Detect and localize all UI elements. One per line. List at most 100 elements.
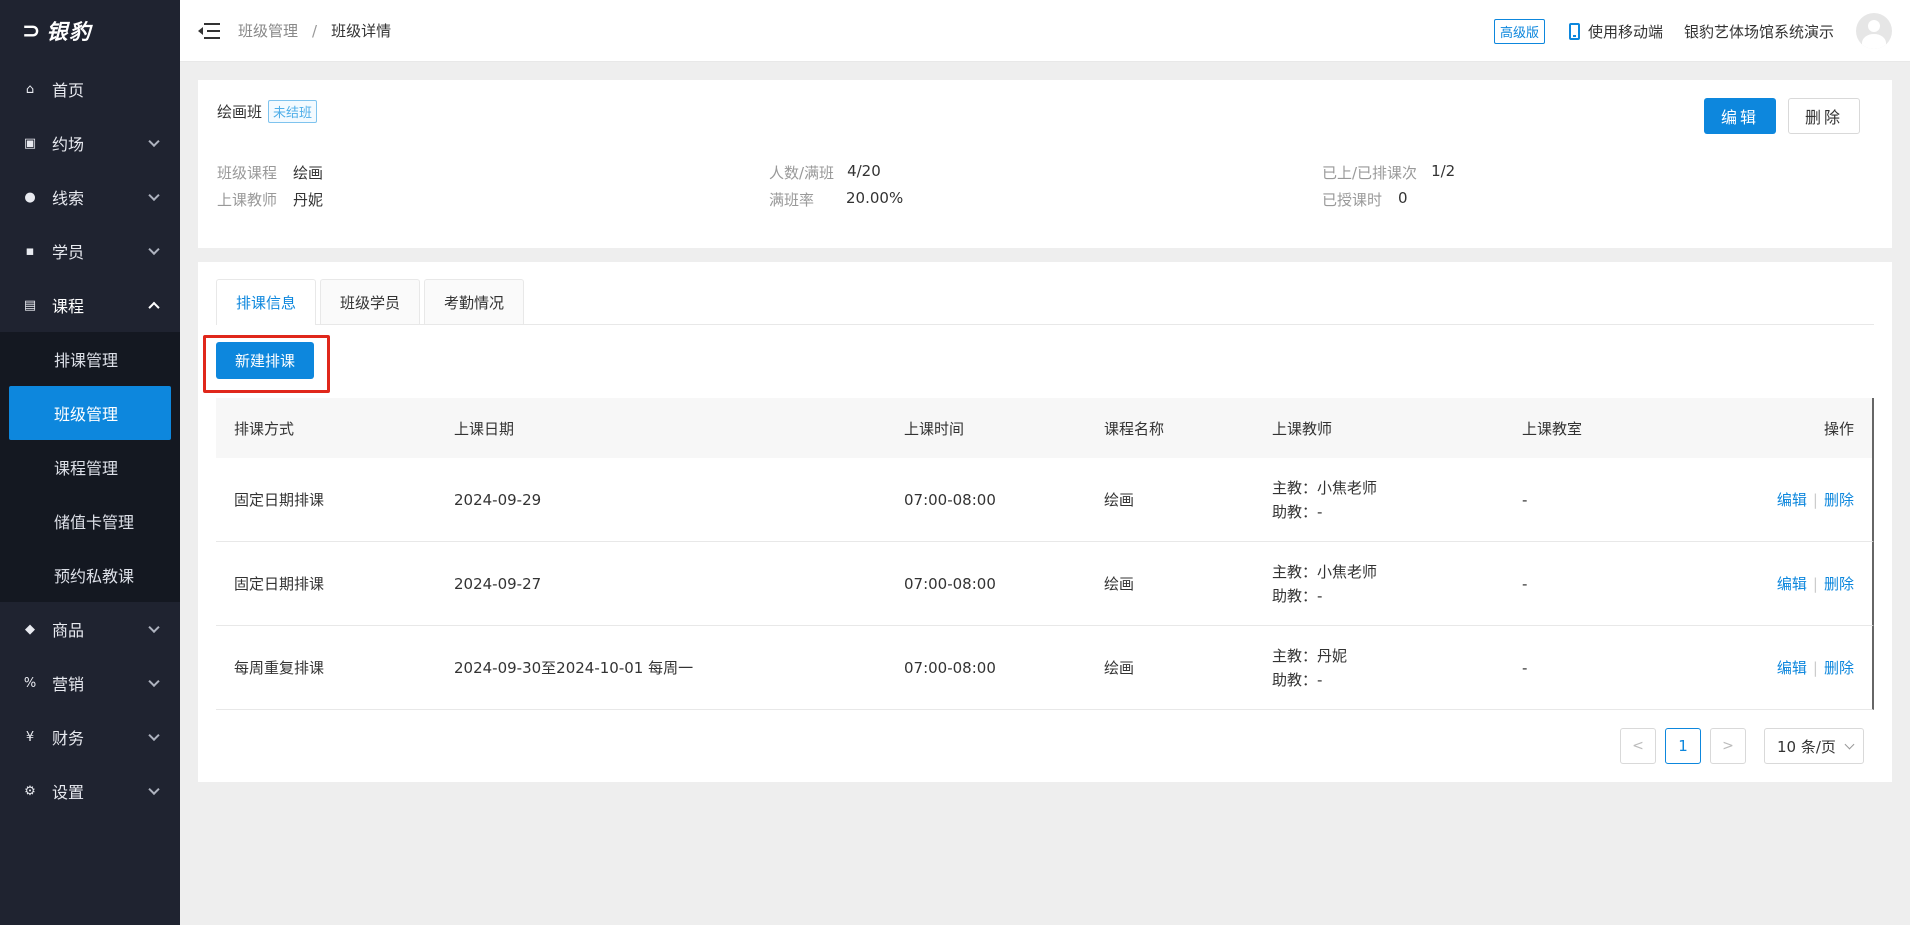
chevron-up-icon <box>148 301 160 314</box>
cell-date: 2024-09-27 <box>454 574 542 593</box>
sidebar-item-leads[interactable]: ● 线索 <box>0 170 180 224</box>
chevron-right-icon: > <box>1722 738 1734 754</box>
cell-course: 绘画 <box>1104 575 1135 593</box>
field-course: 班级课程 绘画 <box>217 162 323 183</box>
sidebar-item-courses[interactable]: ▤ 课程 <box>0 278 180 332</box>
mobile-link[interactable]: 使用移动端 <box>1568 21 1663 42</box>
sidebar-item-marketing[interactable]: % 营销 <box>0 656 180 710</box>
row-edit-link[interactable]: 编辑 <box>1777 659 1807 677</box>
sidebar-item-settings[interactable]: ⚙ 设置 <box>0 764 180 818</box>
calendar-check-icon: ▣ <box>23 135 37 151</box>
chevron-down-icon <box>148 621 160 634</box>
assistant-teacher: 助教：- <box>1272 502 1323 521</box>
field-value: 20.00% <box>846 189 904 207</box>
sidebar-item-goods[interactable]: ◆ 商品 <box>0 602 180 656</box>
cell-time: 07:00-08:00 <box>904 574 996 593</box>
avatar[interactable] <box>1856 13 1892 49</box>
sidebar-item-label: 约场 <box>52 135 85 154</box>
logo[interactable]: ⊃ 银豹 <box>0 0 180 62</box>
sidebar-item-finance[interactable]: ¥ 财务 <box>0 710 180 764</box>
sidebar-subitem-course[interactable]: 课程管理 <box>0 440 180 494</box>
leopard-logo-icon: ⊃ <box>22 18 43 44</box>
field-label: 人数/满班 <box>769 164 835 182</box>
delete-class-button[interactable]: 删除 <box>1788 98 1860 134</box>
status-badge: 未结班 <box>268 100 318 123</box>
sidebar: ⊃ 银豹 ⌂ 首页 ▣ 约场 ● 线索 ▪ 学员 ▤ 课程 排课管理 班级管理 … <box>0 0 180 925</box>
pagination: < 1 > 10 条/页 <box>1620 728 1864 764</box>
sidebar-subitem-private[interactable]: 预约私教课 <box>0 548 180 602</box>
sidebar-item-label: 学员 <box>52 243 85 262</box>
edit-class-button[interactable]: 编辑 <box>1704 98 1776 134</box>
sidebar-item-label: 财务 <box>52 729 85 748</box>
cell-teacher: 主教：丹妮 助教：- <box>1272 644 1347 692</box>
student-icon: ▪ <box>25 243 35 259</box>
new-schedule-button[interactable]: 新建排课 <box>216 342 314 379</box>
next-page-button[interactable]: > <box>1710 728 1746 764</box>
prev-page-button[interactable]: < <box>1620 728 1656 764</box>
tab-attendance[interactable]: 考勤情况 <box>424 279 525 324</box>
column-header: 上课日期 <box>454 419 515 438</box>
class-info-card: 绘画班 未结班 编辑 删除 班级课程 绘画 上课教师 丹妮 人数/满班 4/20… <box>198 80 1892 248</box>
page-size-value: 10 条/页 <box>1777 737 1836 756</box>
main-teacher: 主教：小焦老师 <box>1272 478 1378 497</box>
cell-room: - <box>1522 574 1528 593</box>
table-header: 排课方式 上课日期 上课时间 课程名称 上课教师 上课教室 操作 <box>216 398 1874 458</box>
chevron-down-icon <box>148 189 160 202</box>
breadcrumb-class-management[interactable]: 班级管理 <box>238 20 298 41</box>
chevron-down-icon <box>1844 739 1855 750</box>
divider: | <box>1812 659 1818 677</box>
field-label: 上课教师 <box>217 191 278 209</box>
sidebar-item-label: 线索 <box>52 189 85 208</box>
tab-schedule-info[interactable]: 排课信息 <box>216 279 317 325</box>
page-size-select[interactable]: 10 条/页 <box>1764 728 1864 764</box>
cell-teacher: 主教：小焦老师 助教：- <box>1272 560 1377 608</box>
mobile-label: 使用移动端 <box>1587 22 1663 41</box>
page-number[interactable]: 1 <box>1665 728 1701 764</box>
chevron-down-icon <box>148 729 160 742</box>
cell-actions: 编辑 | 删除 <box>1777 657 1854 678</box>
table-row: 固定日期排课 2024-09-29 07:00-08:00 绘画 主教：小焦老师… <box>216 458 1874 542</box>
cell-time: 07:00-08:00 <box>904 658 996 677</box>
sidebar-item-label: 首页 <box>52 81 85 100</box>
row-edit-link[interactable]: 编辑 <box>1777 491 1807 509</box>
field-fill-rate: 满班率 20.00% <box>769 189 903 210</box>
field-label: 已上/已排课次 <box>1322 164 1418 182</box>
menu-fold-icon[interactable] <box>198 22 220 40</box>
divider: | <box>1812 491 1818 509</box>
field-teacher: 上课教师 丹妮 <box>217 189 323 210</box>
column-header: 上课时间 <box>904 419 965 438</box>
sidebar-item-students[interactable]: ▪ 学员 <box>0 224 180 278</box>
cell-actions: 编辑 | 删除 <box>1777 489 1854 510</box>
field-label: 已授课时 <box>1322 191 1383 209</box>
users-icon: ● <box>24 189 36 205</box>
cell-teacher: 主教：小焦老师 助教：- <box>1272 476 1377 524</box>
sidebar-subitem-schedule[interactable]: 排课管理 <box>0 332 180 386</box>
sidebar-item-label: 课程 <box>52 297 85 316</box>
cell-mode: 每周重复排课 <box>234 659 325 677</box>
divider: | <box>1812 575 1818 593</box>
cell-course: 绘画 <box>1104 491 1135 509</box>
chevron-down-icon <box>148 675 160 688</box>
sidebar-subitem-card[interactable]: 储值卡管理 <box>0 494 180 548</box>
row-delete-link[interactable]: 删除 <box>1824 575 1854 593</box>
venue-name[interactable]: 银豹艺体场馆系统演示 <box>1684 21 1834 42</box>
schedule-table: 排课方式 上课日期 上课时间 课程名称 上课教师 上课教室 操作 固定日期排课 … <box>216 398 1874 710</box>
sidebar-item-booking[interactable]: ▣ 约场 <box>0 116 180 170</box>
edition-badge: 高级版 <box>1493 18 1545 44</box>
row-delete-link[interactable]: 删除 <box>1824 491 1854 509</box>
cell-course: 绘画 <box>1104 659 1135 677</box>
row-delete-link[interactable]: 删除 <box>1824 659 1854 677</box>
cell-mode: 固定日期排课 <box>234 575 325 593</box>
sidebar-item-home[interactable]: ⌂ 首页 <box>0 62 180 116</box>
column-header: 操作 <box>1823 419 1854 438</box>
field-capacity: 人数/满班 4/20 <box>769 162 881 183</box>
sidebar-subitem-class[interactable]: 班级管理 <box>9 386 171 440</box>
row-edit-link[interactable]: 编辑 <box>1777 575 1807 593</box>
logo-text: 银豹 <box>46 20 93 44</box>
field-value: 0 <box>1398 189 1408 207</box>
phone-icon <box>1568 22 1580 40</box>
tab-class-students[interactable]: 班级学员 <box>320 279 421 324</box>
cell-actions: 编辑 | 删除 <box>1777 573 1854 594</box>
bag-icon: ◆ <box>25 621 35 637</box>
percent-icon: % <box>23 675 37 691</box>
